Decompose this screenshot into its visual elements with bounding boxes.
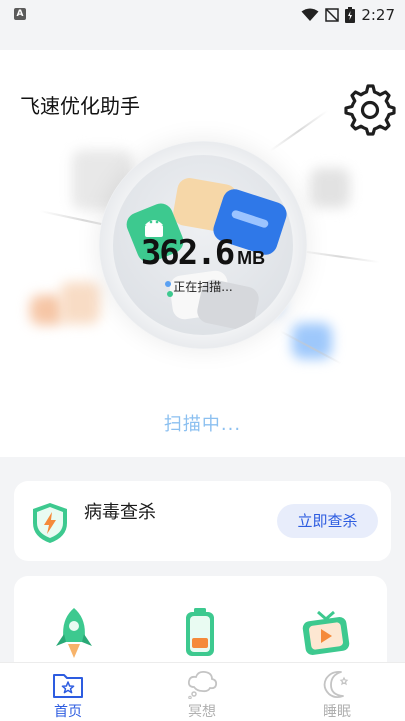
- battery-icon: [345, 7, 356, 23]
- app-title: 飞速优化助手: [20, 94, 140, 118]
- virus-scan-card[interactable]: 病毒查杀 立即查杀: [14, 481, 391, 561]
- moon-icon: [323, 670, 349, 699]
- rocket-icon[interactable]: [44, 602, 104, 662]
- status-icons: 2:27: [301, 4, 395, 26]
- tab-sleep-label: 睡眠: [323, 704, 351, 720]
- tab-sleep[interactable]: 睡眠: [287, 663, 387, 721]
- scanning-progress-text: 扫描中...: [163, 414, 242, 435]
- scan-unit: MB: [237, 248, 266, 268]
- status-bar: A 2:27: [0, 0, 405, 30]
- scan-value: 362.6 MB: [113, 233, 293, 273]
- wifi-icon: [301, 8, 319, 21]
- tab-meditation-label: 冥想: [188, 704, 216, 720]
- decor-ray: [269, 110, 328, 152]
- tab-home-label: 首页: [54, 704, 82, 720]
- tab-home[interactable]: 首页: [18, 663, 118, 721]
- video-tv-icon[interactable]: [296, 602, 356, 662]
- bottom-tab-bar: 首页 冥想 睡眠: [0, 662, 405, 721]
- virus-scan-label: 病毒查杀: [84, 502, 156, 523]
- notification-icon: A: [14, 8, 26, 20]
- kill-now-button[interactable]: 立即查杀: [277, 504, 378, 538]
- home-folder-icon: [53, 674, 83, 698]
- status-time: 2:27: [361, 6, 395, 24]
- decor-ray: [299, 250, 380, 264]
- tab-meditation[interactable]: 冥想: [152, 663, 252, 721]
- battery-charge-icon[interactable]: [170, 602, 230, 662]
- decor-blob: [60, 282, 100, 324]
- decor-blob: [310, 168, 350, 208]
- signal-off-icon: [325, 8, 340, 22]
- scan-status: 正在扫描...: [173, 280, 233, 294]
- scan-ring: 362.6 MB 正在扫描...: [99, 141, 307, 349]
- shield-bolt-icon: [33, 503, 67, 543]
- scan-inner: 362.6 MB 正在扫描...: [113, 155, 293, 335]
- cloud-thought-icon: [187, 670, 218, 699]
- decor-blob: [30, 295, 64, 325]
- gear-icon[interactable]: [344, 84, 396, 136]
- scan-section: 飞速优化助手 362.6 MB 正在扫描... 扫描中...: [0, 50, 405, 457]
- scan-size: 362.6: [140, 233, 235, 273]
